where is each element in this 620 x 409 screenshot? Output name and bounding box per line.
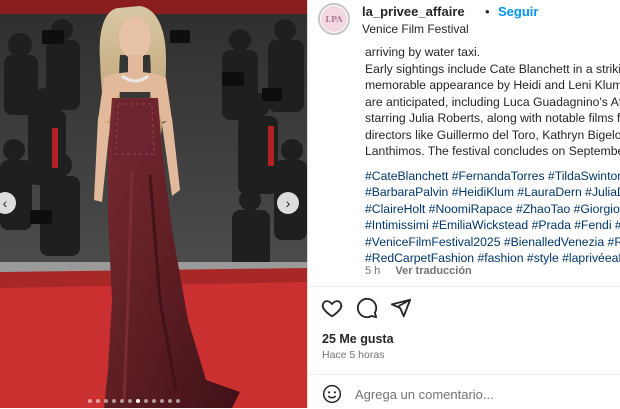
carousel-dot [128, 399, 132, 403]
carousel-dot [96, 399, 100, 403]
caption-meta: 5 h Ver traducción [365, 265, 472, 277]
caption-line: are anticipated, including Luca Guadagni… [365, 94, 620, 109]
carousel-dot [136, 399, 140, 403]
avatar[interactable]: LPA [318, 3, 350, 35]
caption-time: 5 h [365, 265, 381, 277]
carousel-dot [168, 399, 172, 403]
carousel-dot [104, 399, 108, 403]
post-caption: arriving by water taxi. Early sightings … [365, 44, 620, 276]
caption-line: arriving by water taxi. [365, 45, 481, 59]
heart-icon[interactable] [321, 297, 343, 319]
post-time: Hace 5 horas [322, 349, 385, 361]
caption-line: starring Julia Roberts, along with notab… [365, 111, 620, 125]
avatar-logo: LPA [321, 6, 347, 32]
translate-link[interactable]: Ver traducción [395, 265, 471, 277]
carousel-dot [176, 399, 180, 403]
carousel-dot [88, 399, 92, 403]
hashtag-line[interactable]: #Intimissimi #EmiliaWickstead #Prada #Fe… [365, 217, 620, 234]
carousel-dot [152, 399, 156, 403]
comment-icon[interactable] [356, 297, 378, 319]
next-photo-button[interactable]: › [277, 192, 299, 214]
carousel-dot [144, 399, 148, 403]
post-panel: LPA la_privee_affaire • Seguir Venice Fi… [307, 0, 620, 408]
carousel-dot [120, 399, 124, 403]
chevron-left-icon: ‹ [2, 195, 8, 211]
carousel-dot [160, 399, 164, 403]
photo-illustration [0, 0, 307, 408]
hashtag-line[interactable]: #ClaireHolt #NoomiRapace #ZhaoTao #Giorg… [365, 201, 620, 218]
follow-button[interactable]: Seguir [498, 4, 538, 19]
action-bar [308, 286, 620, 323]
separator-dot: • [485, 4, 490, 19]
share-icon[interactable] [390, 297, 412, 319]
likes-count[interactable]: 25 Me gusta [322, 332, 394, 346]
caption-line: Lanthimos. The festival concludes on Sep… [365, 144, 620, 158]
hashtag-line[interactable]: #CateBlanchett #FernandaTorres #TildaSwi… [365, 168, 620, 185]
comment-input[interactable] [355, 384, 615, 404]
location-link[interactable]: Venice Film Festival [362, 22, 469, 36]
username-link[interactable]: la_privee_affaire [362, 4, 465, 19]
caption-line: directors like Guillermo del Toro, Kathr… [365, 127, 620, 142]
caption-line: Early sightings include Cate Blanchett i… [365, 61, 620, 76]
chevron-right-icon: › [285, 195, 291, 211]
emoji-icon[interactable] [322, 384, 342, 404]
comment-bar [308, 374, 620, 409]
carousel-indicator [88, 399, 180, 403]
caption-line: memorable appearance by Heidi and Leni K… [365, 78, 620, 92]
hashtag-line[interactable]: #VeniceFilmFestival2025 #BienalledVenezi… [365, 234, 620, 251]
post-photo[interactable]: ‹ › [0, 0, 307, 408]
carousel-dot [112, 399, 116, 403]
post-header: LPA la_privee_affaire • Seguir Venice Fi… [308, 0, 620, 40]
hashtag-line[interactable]: #BarbaraPalvin #HeidiKlum #LauraDern #Ju… [365, 184, 620, 201]
